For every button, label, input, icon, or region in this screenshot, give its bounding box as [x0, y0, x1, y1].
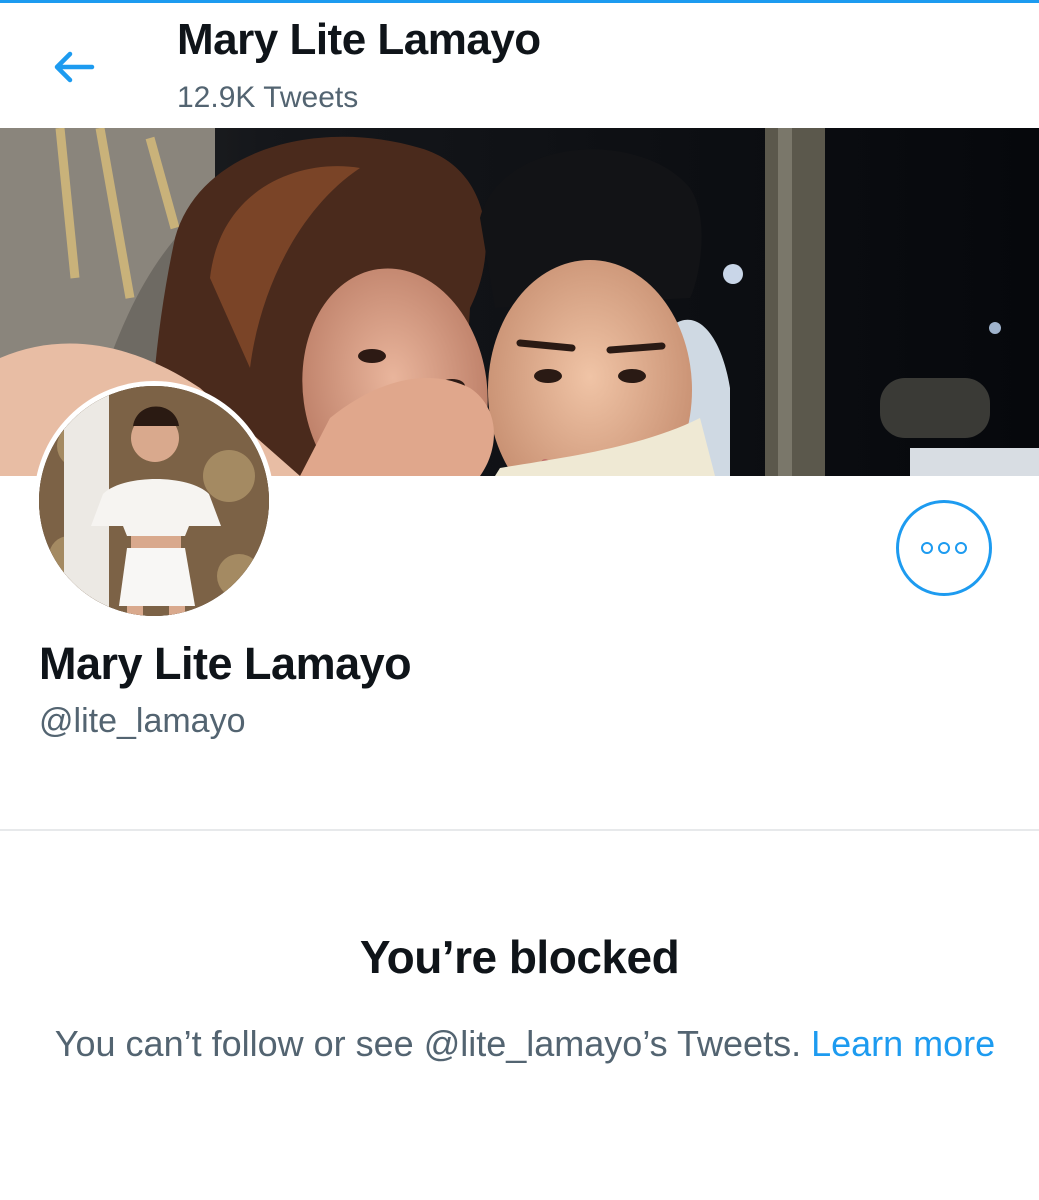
blocked-title: You’re blocked [359, 931, 680, 983]
profile-handle: @lite_lamayo [39, 702, 246, 740]
header-title: Mary Lite Lamayo [177, 15, 541, 64]
arrow-left-icon [54, 51, 95, 83]
profile-page: Mary Lite Lamayo 12.9K Tweets Mary Lite … [0, 0, 1039, 1200]
more-options-icon [921, 542, 967, 554]
learn-more-link[interactable]: Learn more [811, 1023, 995, 1064]
blocked-message: You can’t follow or see @lite_lamayo’s T… [54, 1023, 802, 1064]
profile-name: Mary Lite Lamayo [39, 638, 412, 689]
profile-header: Mary Lite Lamayo 12.9K Tweets [0, 3, 1039, 128]
back-button[interactable] [44, 41, 104, 93]
divider [0, 829, 1039, 831]
avatar-photo [39, 386, 269, 616]
tweet-count: 12.9K Tweets [177, 81, 359, 114]
blocked-message-block: You can’t follow or see @lite_lamayo’s T… [40, 1018, 1010, 1070]
profile-avatar[interactable] [34, 381, 274, 621]
more-options-button[interactable] [896, 500, 992, 596]
